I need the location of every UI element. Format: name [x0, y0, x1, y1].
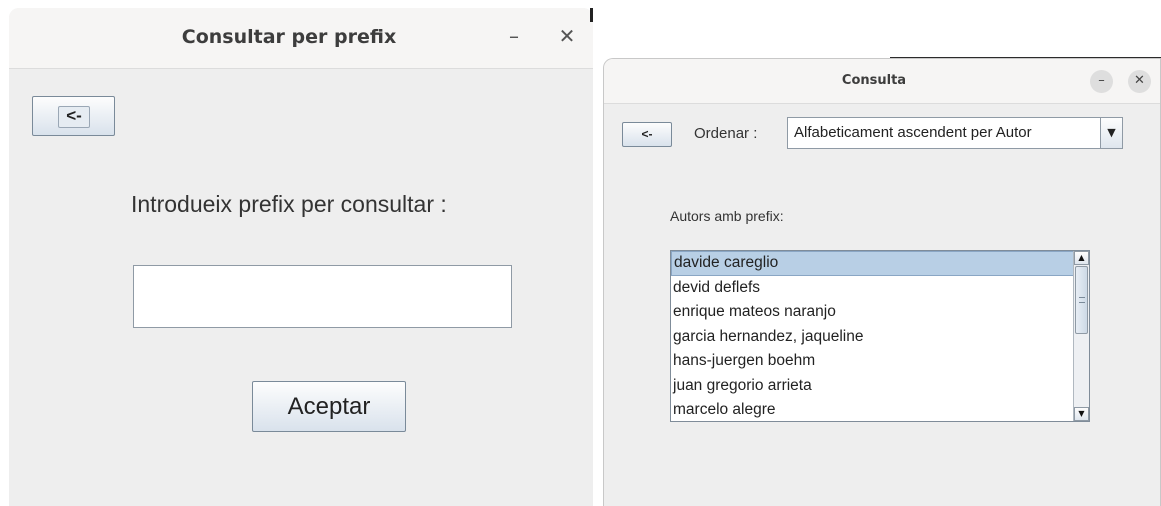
- close-button[interactable]: ✕: [555, 22, 579, 50]
- list-item[interactable]: juan gregorio arrieta: [671, 374, 1075, 399]
- list-item[interactable]: davide careglio: [671, 251, 1075, 276]
- list-item[interactable]: enrique mateos naranjo: [671, 300, 1075, 325]
- back-button[interactable]: <-: [32, 96, 115, 136]
- prefix-prompt-label: Introdueix prefix per consultar :: [131, 191, 447, 217]
- list-item[interactable]: hans-juergen boehm: [671, 349, 1075, 374]
- consultar-prefix-window: Consultar per prefix – ✕ <- Introdueix p…: [9, 8, 593, 506]
- order-label: Ordenar :: [694, 125, 758, 142]
- title-bar: Consulta – ✕: [604, 59, 1160, 104]
- list-item[interactable]: garcia hernandez, jaqueline: [671, 325, 1075, 350]
- close-button[interactable]: ✕: [1128, 70, 1151, 93]
- prefix-input[interactable]: [133, 265, 512, 328]
- scroll-thumb[interactable]: [1075, 266, 1088, 334]
- order-selected-value: Alfabeticament ascendent per Autor: [794, 124, 1032, 141]
- grip-icon: [1079, 297, 1085, 303]
- scroll-up-icon[interactable]: ▲: [1074, 251, 1089, 265]
- window-edge-shadow: [590, 8, 593, 22]
- back-button-label: <-: [58, 106, 90, 128]
- minimize-button[interactable]: –: [502, 22, 526, 50]
- authors-list-label: Autors amb prefix:: [670, 208, 784, 224]
- authors-list[interactable]: davide careglio devid deflefs enrique mate…: [670, 250, 1090, 422]
- authors-list-items: davide careglio devid deflefs enrique mate…: [671, 251, 1075, 421]
- back-button[interactable]: <-: [622, 122, 672, 147]
- chevron-down-icon[interactable]: ▼: [1100, 118, 1122, 148]
- consulta-window: Consulta – ✕ <- Ordenar : Alfabeticament…: [603, 58, 1161, 506]
- aceptar-button[interactable]: Aceptar: [252, 381, 406, 432]
- window-title: Consulta: [841, 73, 907, 88]
- order-select[interactable]: Alfabeticament ascendent per Autor ▼: [787, 117, 1123, 149]
- list-item[interactable]: devid deflefs: [671, 276, 1075, 301]
- vertical-scrollbar[interactable]: ▲ ▼: [1073, 251, 1089, 421]
- minimize-button[interactable]: –: [1090, 70, 1113, 93]
- scroll-down-icon[interactable]: ▼: [1074, 407, 1089, 421]
- desktop: Consultar per prefix – ✕ <- Introdueix p…: [0, 0, 1161, 506]
- title-bar: Consultar per prefix – ✕: [9, 8, 593, 69]
- list-item[interactable]: marcelo alegre: [671, 398, 1075, 421]
